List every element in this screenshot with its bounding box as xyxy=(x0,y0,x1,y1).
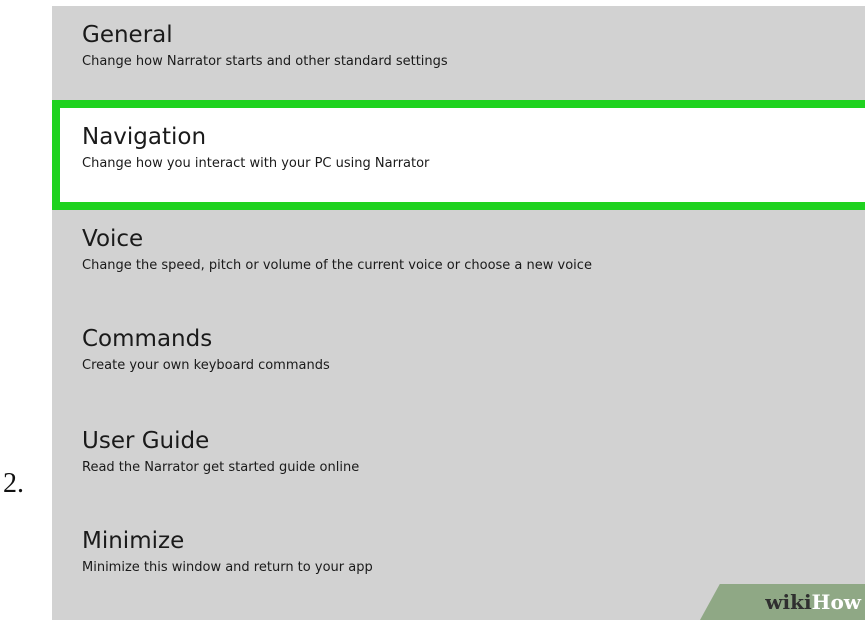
menu-item-description: Change how you interact with your PC usi… xyxy=(82,156,430,171)
menu-item-description: Change how Narrator starts and other sta… xyxy=(82,54,448,69)
menu-item-title: User Guide xyxy=(82,428,210,454)
menu-item-title: Voice xyxy=(82,226,144,252)
menu-item-title: Minimize xyxy=(82,528,185,554)
menu-item-description: Create your own keyboard commands xyxy=(82,358,330,373)
menu-item-title: General xyxy=(82,22,173,48)
menu-item-voice[interactable]: Voice Change the speed, pitch or volume … xyxy=(52,226,865,274)
narrator-settings-panel: General Change how Narrator starts and o… xyxy=(52,6,865,620)
menu-item-user-guide[interactable]: User Guide Read the Narrator get started… xyxy=(52,428,865,476)
watermark-wiki-text: wiki xyxy=(765,590,812,614)
step-number: 2. xyxy=(3,468,24,499)
menu-item-title: Commands xyxy=(82,326,213,352)
menu-item-description: Change the speed, pitch or volume of the… xyxy=(82,258,592,273)
menu-item-commands[interactable]: Commands Create your own keyboard comman… xyxy=(52,326,865,374)
menu-item-description: Minimize this window and return to your … xyxy=(82,560,373,575)
wikihow-watermark: wiki How xyxy=(700,584,865,620)
menu-item-navigation[interactable]: Navigation Change how you interact with … xyxy=(52,100,865,210)
menu-item-general[interactable]: General Change how Narrator starts and o… xyxy=(52,22,865,70)
menu-item-description: Read the Narrator get started guide onli… xyxy=(82,460,360,475)
menu-item-minimize[interactable]: Minimize Minimize this window and return… xyxy=(52,528,865,576)
watermark-how-text: How xyxy=(811,590,861,614)
menu-item-title: Navigation xyxy=(82,124,207,150)
